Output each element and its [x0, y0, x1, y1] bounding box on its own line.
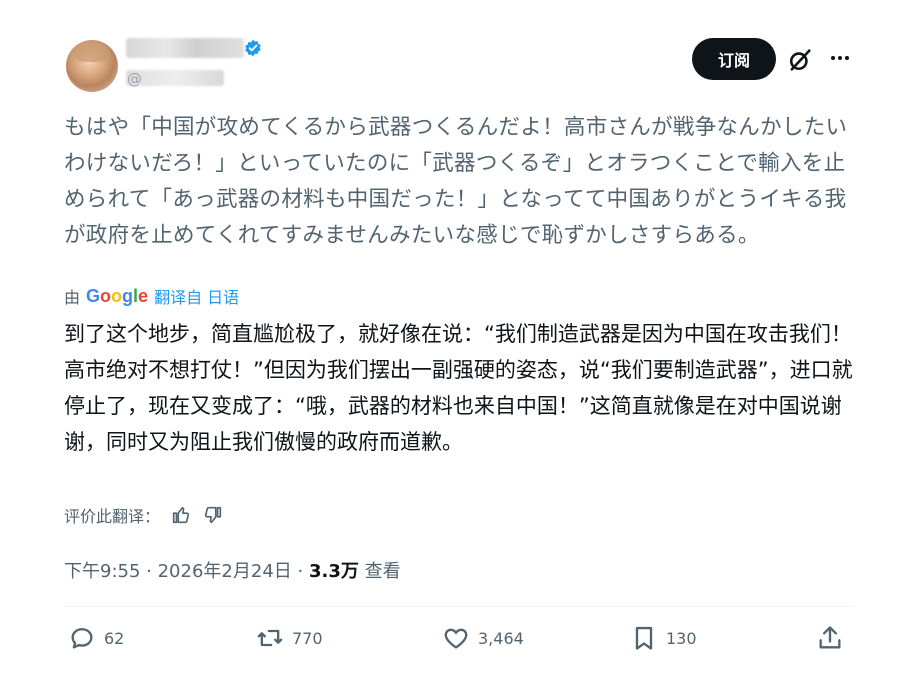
share-button[interactable]: [816, 624, 844, 652]
views-count: 3.3万: [308, 561, 359, 582]
views-label: 查看: [364, 561, 401, 582]
reply-button[interactable]: 62: [68, 624, 124, 652]
rate-translation: 评价此翻译：: [64, 503, 224, 527]
thumbs-up-icon[interactable]: [170, 504, 192, 526]
post-time[interactable]: 下午9:55: [64, 561, 140, 582]
repost-count: 770: [292, 628, 323, 648]
subscribe-button[interactable]: 订阅: [692, 38, 776, 80]
avatar[interactable]: [66, 40, 118, 92]
translated-from-link[interactable]: 翻译自 日语: [154, 284, 239, 308]
divider: [64, 606, 854, 607]
meta-separator: ·: [146, 561, 158, 582]
post-meta: 下午9:55 · 2026年2月24日 · 3.3万 查看: [64, 557, 401, 583]
thumbs-down-icon[interactable]: [202, 504, 224, 526]
repost-icon: [257, 629, 283, 647]
share-icon: [819, 626, 841, 649]
repost-button[interactable]: 770: [256, 624, 323, 652]
post-date[interactable]: 2026年2月24日: [158, 561, 292, 582]
translated-post-text: 到了这个地步，简直尴尬极了，就好像在说：“我们制造武器是因为中国在攻击我们！高市…: [64, 322, 853, 454]
bookmark-button[interactable]: 130: [630, 624, 697, 652]
grok-icon[interactable]: [786, 46, 814, 74]
translated-by-prefix: 由: [64, 288, 81, 307]
like-icon: [444, 628, 468, 649]
reply-count: 62: [104, 628, 125, 648]
original-post-text: もはや「中国が攻めてくるから武器つくるんだよ！高市さんが戦争なんかしたいわけない…: [64, 115, 848, 248]
verified-badge-icon: [245, 39, 261, 57]
bookmark-icon: [635, 626, 653, 650]
more-icon[interactable]: [828, 46, 852, 70]
google-logo: Google: [86, 285, 149, 306]
rate-translation-label: 评价此翻译：: [64, 507, 161, 526]
handle-at-sign: @: [127, 70, 142, 88]
bookmark-count: 130: [666, 628, 697, 648]
like-count: 3,464: [478, 628, 524, 648]
meta-separator: ·: [297, 561, 309, 582]
action-bar: 62 770 3,464 130: [64, 624, 854, 660]
reply-icon: [71, 628, 93, 649]
translation-attribution: 由 Google 翻译自 日语: [64, 284, 239, 308]
like-button[interactable]: 3,464: [442, 624, 524, 652]
display-name-redacted[interactable]: [126, 38, 244, 58]
